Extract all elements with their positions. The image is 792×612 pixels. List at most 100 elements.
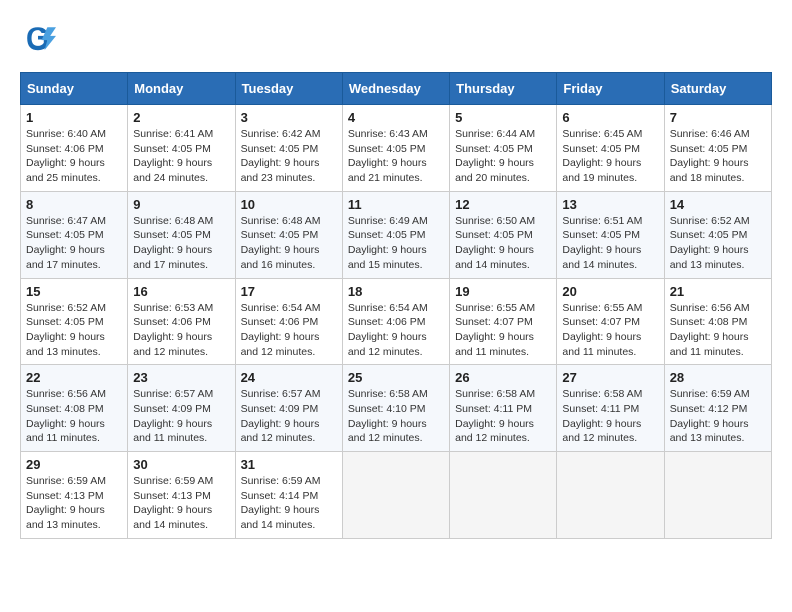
day-info: Sunrise: 6:46 AM Sunset: 4:05 PM Dayligh… [670,127,766,186]
day-number: 19 [455,284,551,299]
sunrise-label: Sunrise: 6:41 AM [133,128,213,140]
daylight-label: Daylight: 9 hours and 23 minutes. [241,157,320,184]
day-info: Sunrise: 6:59 AM Sunset: 4:14 PM Dayligh… [241,474,337,533]
day-number: 27 [562,370,658,385]
sunset-label: Sunset: 4:06 PM [348,316,426,328]
day-number: 30 [133,457,229,472]
day-info: Sunrise: 6:40 AM Sunset: 4:06 PM Dayligh… [26,127,122,186]
calendar-cell: 18 Sunrise: 6:54 AM Sunset: 4:06 PM Dayl… [342,278,449,365]
daylight-label: Daylight: 9 hours and 17 minutes. [133,244,212,271]
day-number: 11 [348,197,444,212]
day-info: Sunrise: 6:48 AM Sunset: 4:05 PM Dayligh… [133,214,229,273]
day-info: Sunrise: 6:53 AM Sunset: 4:06 PM Dayligh… [133,301,229,360]
daylight-label: Daylight: 9 hours and 12 minutes. [241,418,320,445]
day-number: 5 [455,110,551,125]
daylight-label: Daylight: 9 hours and 13 minutes. [26,504,105,531]
day-number: 7 [670,110,766,125]
day-info: Sunrise: 6:43 AM Sunset: 4:05 PM Dayligh… [348,127,444,186]
logo [20,20,60,56]
day-number: 15 [26,284,122,299]
daylight-label: Daylight: 9 hours and 12 minutes. [455,418,534,445]
day-number: 21 [670,284,766,299]
header-row: SundayMondayTuesdayWednesdayThursdayFrid… [21,73,772,105]
sunrise-label: Sunrise: 6:54 AM [241,302,321,314]
sunrise-label: Sunrise: 6:58 AM [455,388,535,400]
calendar-cell: 27 Sunrise: 6:58 AM Sunset: 4:11 PM Dayl… [557,365,664,452]
sunset-label: Sunset: 4:12 PM [670,403,748,415]
sunrise-label: Sunrise: 6:57 AM [241,388,321,400]
day-number: 13 [562,197,658,212]
sunset-label: Sunset: 4:09 PM [241,403,319,415]
day-number: 24 [241,370,337,385]
calendar-cell: 30 Sunrise: 6:59 AM Sunset: 4:13 PM Dayl… [128,452,235,539]
daylight-label: Daylight: 9 hours and 12 minutes. [241,331,320,358]
calendar-cell: 31 Sunrise: 6:59 AM Sunset: 4:14 PM Dayl… [235,452,342,539]
calendar-cell [664,452,771,539]
calendar-cell: 11 Sunrise: 6:49 AM Sunset: 4:05 PM Dayl… [342,191,449,278]
day-number: 10 [241,197,337,212]
sunrise-label: Sunrise: 6:59 AM [26,475,106,487]
daylight-label: Daylight: 9 hours and 13 minutes. [670,418,749,445]
sunset-label: Sunset: 4:06 PM [133,316,211,328]
day-number: 8 [26,197,122,212]
day-number: 31 [241,457,337,472]
daylight-label: Daylight: 9 hours and 13 minutes. [670,244,749,271]
sunrise-label: Sunrise: 6:56 AM [26,388,106,400]
sunset-label: Sunset: 4:05 PM [670,229,748,241]
day-number: 12 [455,197,551,212]
logo-icon [20,20,56,56]
sunset-label: Sunset: 4:08 PM [26,403,104,415]
calendar-cell [342,452,449,539]
day-info: Sunrise: 6:41 AM Sunset: 4:05 PM Dayligh… [133,127,229,186]
day-info: Sunrise: 6:56 AM Sunset: 4:08 PM Dayligh… [670,301,766,360]
sunset-label: Sunset: 4:05 PM [455,229,533,241]
sunset-label: Sunset: 4:05 PM [133,143,211,155]
daylight-label: Daylight: 9 hours and 11 minutes. [562,331,641,358]
calendar-cell: 2 Sunrise: 6:41 AM Sunset: 4:05 PM Dayli… [128,105,235,192]
calendar-week-4: 22 Sunrise: 6:56 AM Sunset: 4:08 PM Dayl… [21,365,772,452]
day-info: Sunrise: 6:59 AM Sunset: 4:13 PM Dayligh… [26,474,122,533]
calendar-cell: 15 Sunrise: 6:52 AM Sunset: 4:05 PM Dayl… [21,278,128,365]
calendar-cell: 20 Sunrise: 6:55 AM Sunset: 4:07 PM Dayl… [557,278,664,365]
sunrise-label: Sunrise: 6:52 AM [26,302,106,314]
calendar-cell: 16 Sunrise: 6:53 AM Sunset: 4:06 PM Dayl… [128,278,235,365]
day-number: 4 [348,110,444,125]
day-info: Sunrise: 6:51 AM Sunset: 4:05 PM Dayligh… [562,214,658,273]
calendar-table: SundayMondayTuesdayWednesdayThursdayFrid… [20,72,772,539]
sunset-label: Sunset: 4:05 PM [455,143,533,155]
sunset-label: Sunset: 4:08 PM [670,316,748,328]
day-number: 28 [670,370,766,385]
sunset-label: Sunset: 4:05 PM [133,229,211,241]
daylight-label: Daylight: 9 hours and 14 minutes. [455,244,534,271]
calendar-cell: 23 Sunrise: 6:57 AM Sunset: 4:09 PM Dayl… [128,365,235,452]
col-header-monday: Monday [128,73,235,105]
day-number: 22 [26,370,122,385]
sunrise-label: Sunrise: 6:49 AM [348,215,428,227]
day-number: 23 [133,370,229,385]
col-header-friday: Friday [557,73,664,105]
col-header-thursday: Thursday [450,73,557,105]
daylight-label: Daylight: 9 hours and 15 minutes. [348,244,427,271]
day-info: Sunrise: 6:55 AM Sunset: 4:07 PM Dayligh… [455,301,551,360]
sunrise-label: Sunrise: 6:59 AM [241,475,321,487]
calendar-cell: 10 Sunrise: 6:48 AM Sunset: 4:05 PM Dayl… [235,191,342,278]
sunrise-label: Sunrise: 6:56 AM [670,302,750,314]
daylight-label: Daylight: 9 hours and 18 minutes. [670,157,749,184]
sunrise-label: Sunrise: 6:50 AM [455,215,535,227]
daylight-label: Daylight: 9 hours and 12 minutes. [562,418,641,445]
day-number: 6 [562,110,658,125]
sunrise-label: Sunrise: 6:51 AM [562,215,642,227]
sunset-label: Sunset: 4:05 PM [348,229,426,241]
day-info: Sunrise: 6:59 AM Sunset: 4:12 PM Dayligh… [670,387,766,446]
calendar-cell: 29 Sunrise: 6:59 AM Sunset: 4:13 PM Dayl… [21,452,128,539]
calendar-week-1: 1 Sunrise: 6:40 AM Sunset: 4:06 PM Dayli… [21,105,772,192]
sunrise-label: Sunrise: 6:58 AM [562,388,642,400]
sunrise-label: Sunrise: 6:58 AM [348,388,428,400]
day-number: 2 [133,110,229,125]
sunset-label: Sunset: 4:14 PM [241,490,319,502]
calendar-cell: 6 Sunrise: 6:45 AM Sunset: 4:05 PM Dayli… [557,105,664,192]
day-info: Sunrise: 6:55 AM Sunset: 4:07 PM Dayligh… [562,301,658,360]
calendar-week-3: 15 Sunrise: 6:52 AM Sunset: 4:05 PM Dayl… [21,278,772,365]
day-number: 20 [562,284,658,299]
sunrise-label: Sunrise: 6:44 AM [455,128,535,140]
